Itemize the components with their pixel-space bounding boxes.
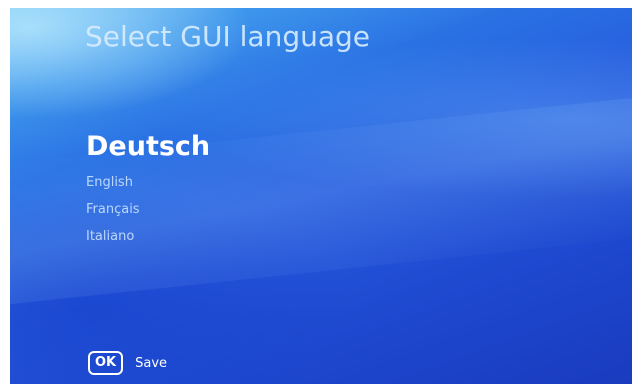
page-title: Select GUI language <box>85 20 370 53</box>
language-option-italiano[interactable]: Italiano <box>86 223 210 250</box>
ok-button[interactable]: OK <box>88 351 124 375</box>
ok-action-label: Save <box>135 355 168 371</box>
language-option-english[interactable]: English <box>86 169 210 196</box>
language-option-deutsch[interactable]: Deutsch <box>86 128 210 166</box>
language-selection-screen: Select GUI language Deutsch English Fran… <box>10 8 632 384</box>
language-list: Deutsch English Français Italiano <box>86 128 210 250</box>
footer-controls: OK Save <box>88 351 167 375</box>
language-option-francais[interactable]: Français <box>86 196 210 223</box>
